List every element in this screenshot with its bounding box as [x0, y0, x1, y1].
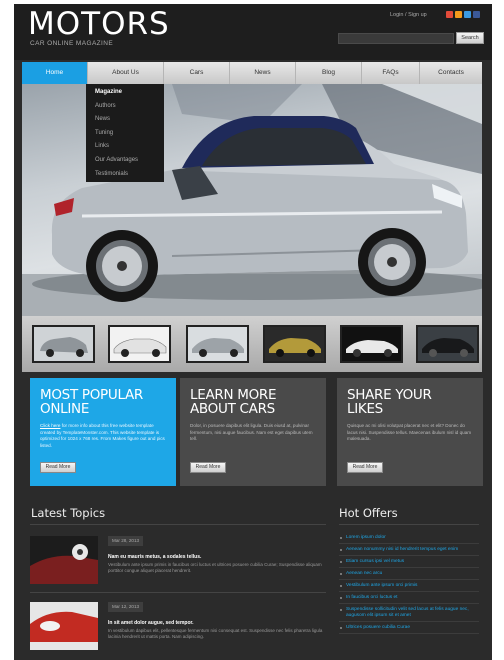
title-line: ABOUT CARS	[190, 401, 275, 417]
topic-image[interactable]	[30, 602, 98, 650]
site-tagline: CAR ONLINE MAGAZINE	[30, 40, 114, 47]
nav-cars[interactable]: Cars	[164, 62, 230, 84]
read-more-button[interactable]: Read More	[40, 462, 76, 473]
register-link[interactable]: Sign up	[408, 12, 427, 18]
dropdown-item-testimonials[interactable]: Testimonials	[86, 168, 164, 182]
offer-link[interactable]: Aenean nec arcu	[339, 568, 479, 580]
dropdown-item-advantages[interactable]: Our Advantages	[86, 154, 164, 168]
feature-box-title: SHARE YOUR LIKES	[347, 388, 473, 416]
facebook-icon[interactable]	[473, 11, 480, 18]
car-thumbnail[interactable]	[263, 325, 326, 363]
latest-topics-heading: Latest Topics	[31, 506, 106, 520]
car-thumbnail[interactable]	[108, 325, 171, 363]
nav-news[interactable]: News	[230, 62, 296, 84]
topic-title[interactable]: In sit amet dolor augue, sed tempor.	[108, 620, 194, 626]
divider	[30, 524, 326, 525]
offer-link[interactable]: In faucibus orci luctus et	[339, 592, 479, 604]
click-here-link[interactable]: Click here	[40, 423, 60, 428]
offer-link[interactable]: Lorem ipsum dolor	[339, 532, 479, 544]
nav-faqs[interactable]: FAQs	[362, 62, 420, 84]
feature-box-share: SHARE YOUR LIKES Quisque ac mi olisi vol…	[337, 378, 483, 486]
dropdown-item-tuning[interactable]: Tuning	[86, 127, 164, 141]
search-input[interactable]	[338, 33, 454, 44]
link-separator: /	[405, 12, 407, 18]
topic-image[interactable]	[30, 536, 98, 584]
nav-about-us[interactable]: About Us	[88, 62, 164, 84]
title-line: LIKES	[347, 401, 383, 417]
feature-box-learn: LEARN MORE ABOUT CARS Dolor, in posuere …	[180, 378, 326, 486]
page: MOTORS CAR ONLINE MAGAZINE Login / Sign …	[14, 4, 492, 660]
blogger-icon[interactable]	[455, 11, 462, 18]
divider	[30, 592, 326, 593]
divider	[339, 524, 479, 525]
feature-box-title: LEARN MORE ABOUT CARS	[190, 388, 316, 416]
offer-link[interactable]: Etiam cursus ipsi vel metus	[339, 556, 479, 568]
nav-blog[interactable]: Blog	[296, 62, 362, 84]
read-more-button[interactable]: Read More	[347, 462, 383, 473]
feature-box-text: Dolor, in posuere dapibus elit ligula. D…	[190, 423, 313, 441]
search-button[interactable]: Search	[456, 32, 484, 44]
topic-item: Mar 12, 2013 In sit amet dolor augue, se…	[30, 602, 326, 658]
feature-box-text: Quisque ac mi olisi volutpat placerat ne…	[347, 423, 472, 441]
site-logo[interactable]: MOTORS	[28, 6, 170, 42]
hot-offers-list: Lorem ipsum dolor Aenean nonummy nisi id…	[339, 532, 479, 634]
dropdown-item-news[interactable]: News	[86, 113, 164, 127]
car-thumbnail[interactable]	[416, 325, 479, 363]
topic-excerpt: Vestibulum ante ipsum primis in faucibus…	[108, 562, 322, 573]
feature-box-text: Click here for more info about this free…	[40, 423, 166, 449]
car-thumbnail[interactable]	[340, 325, 403, 363]
topic-date: Mar 28, 2013	[108, 536, 144, 546]
dropdown-item-authors[interactable]: Authors	[86, 100, 164, 114]
feature-box-popular: MOST POPULAR ONLINE Click here for more …	[30, 378, 176, 486]
car-thumbnail-strip	[22, 316, 482, 372]
offer-link[interactable]: Vestibulum ante ipsum orci primis	[339, 580, 479, 592]
main-nav: Home About Us Cars News Blog FAQs Contac…	[22, 62, 482, 84]
car-thumbnail[interactable]	[186, 325, 249, 363]
site-header: MOTORS CAR ONLINE MAGAZINE Login / Sign …	[14, 4, 492, 60]
title-line: ONLINE	[40, 401, 90, 417]
hot-offers-heading: Hot Offers	[339, 506, 398, 520]
nav-contacts[interactable]: Contacts	[420, 62, 482, 84]
topic-item: Mar 28, 2013 Nam eu mauris metus, a soda…	[30, 536, 326, 592]
account-links: Login / Sign up	[390, 12, 427, 18]
topic-date: Mar 12, 2013	[108, 602, 144, 612]
twitter-icon[interactable]	[464, 11, 471, 18]
login-link[interactable]: Login	[390, 12, 403, 18]
dropdown-item-magazine[interactable]: Magazine	[86, 86, 164, 100]
topic-title[interactable]: Nam eu mauris metus, a sodales tellus.	[108, 554, 201, 560]
dropdown-item-links[interactable]: Links	[86, 140, 164, 154]
offer-link[interactable]: Aenean nonummy nisi id hendrerit tempus …	[339, 544, 479, 556]
car-thumbnail[interactable]	[32, 325, 95, 363]
nav-home[interactable]: Home	[22, 62, 88, 84]
about-us-dropdown: Magazine Authors News Tuning Links Our A…	[86, 84, 164, 182]
offer-link[interactable]: Ultrices posuere cubilia Curae	[339, 622, 479, 634]
topic-excerpt: In vestibulum dapibus elit, pellentesque…	[108, 628, 323, 639]
feature-box-title: MOST POPULAR ONLINE	[40, 388, 166, 416]
offer-link[interactable]: Suspendisse sollicitudin velit sed lacus…	[339, 604, 479, 622]
read-more-button[interactable]: Read More	[190, 462, 226, 473]
rss-icon[interactable]	[446, 11, 453, 18]
